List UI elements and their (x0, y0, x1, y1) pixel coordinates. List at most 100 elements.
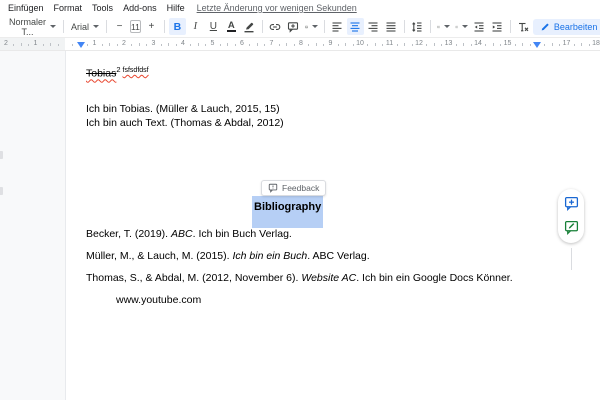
suggest-edits-button[interactable] (564, 220, 579, 235)
toolbar: Normaler T... Arial − 11 + B I U A Bearb… (0, 16, 600, 38)
ruler-tick (278, 44, 280, 46)
ruler-tick (345, 43, 347, 46)
ruler-tick (57, 44, 59, 46)
ruler-tick (286, 43, 288, 46)
doc-paragraphs[interactable]: Ich bin Tobias. (Müller & Lauch, 2015, 1… (86, 102, 284, 130)
ruler-tick (529, 44, 531, 46)
insert-image-button[interactable] (303, 18, 320, 35)
ruler-number: 3 (151, 40, 156, 47)
doc-paragraph[interactable]: Ich bin auch Text. (Thomas & Abdal, 2012… (86, 116, 284, 130)
reference-text: Becker, T. (2019). (86, 228, 172, 240)
highlight-color-button[interactable] (241, 18, 258, 35)
align-center-icon (350, 21, 360, 32)
ruler-tick (455, 44, 457, 46)
references[interactable]: Becker, T. (2019). ABC. Ich bin Buch Ver… (86, 227, 513, 315)
link-icon (270, 23, 281, 30)
menu-item-tools[interactable]: Tools (92, 3, 113, 13)
numbered-list-button[interactable] (435, 18, 452, 35)
font-selector[interactable]: Arial (68, 18, 102, 35)
doc-paragraph[interactable]: Ich bin Tobias. (Müller & Lauch, 2015, 1… (86, 102, 284, 116)
ruler-tick (20, 43, 22, 46)
bulleted-list-button[interactable] (453, 18, 470, 35)
chevron-down-icon (93, 25, 100, 28)
ruler-number: 9 (328, 40, 333, 47)
justify-button[interactable] (383, 18, 400, 35)
decrease-indent-button[interactable] (471, 18, 488, 35)
reference-title-italic: Website AC (301, 272, 357, 284)
numbered-list-icon (436, 25, 440, 28)
paragraph-style-selector[interactable]: Normaler T... (6, 17, 59, 37)
ruler-margin-zone (0, 38, 65, 50)
reference-entry[interactable]: Müller, M., & Lauch, M. (2015). Ich bin … (86, 249, 513, 263)
ruler-number: 1 (92, 40, 97, 47)
ruler-tick (411, 44, 413, 46)
ruler-tick (101, 44, 103, 46)
reference-continuation[interactable]: www.youtube.com (116, 293, 513, 307)
toolbar-divider (63, 20, 65, 33)
ruler-number: 10 (356, 40, 364, 47)
add-comment-button[interactable] (285, 18, 302, 35)
doc-title-line[interactable]: Tobias2 fsfsdfdsf (86, 65, 149, 80)
ruler-number: 18 (592, 40, 600, 47)
ruler-tick (426, 44, 428, 46)
decrease-font-size-button[interactable]: − (111, 18, 128, 35)
ruler-number: 5 (210, 40, 215, 47)
align-right-button[interactable] (365, 18, 382, 35)
italic-button[interactable]: I (187, 18, 204, 35)
ruler-tick (219, 44, 221, 46)
ruler-number: 11 (385, 40, 394, 47)
font-size-input[interactable]: 11 (130, 20, 141, 33)
increase-indent-button[interactable] (489, 18, 506, 35)
ruler-number: 8 (299, 40, 303, 47)
toolbar-divider (323, 20, 325, 33)
align-center-button[interactable] (346, 18, 364, 35)
ruler-tick (264, 44, 266, 46)
document-page[interactable]: Tobias2 fsfsdfdsf Ich bin Tobias. (Müller… (65, 51, 600, 400)
text-selection-highlight: Bibliography (252, 196, 324, 228)
reference-entry[interactable]: Becker, T. (2019). ABC. Ich bin Buch Ver… (86, 227, 513, 241)
toolbar-divider (403, 20, 405, 33)
last-edit-link[interactable]: Letzte Änderung vor wenigen Sekunden (197, 3, 357, 13)
bold-button[interactable]: B (168, 18, 186, 35)
ruler-tick (308, 44, 310, 46)
underline-button[interactable]: U (205, 18, 222, 35)
ruler-tick (146, 44, 148, 46)
reference-entry[interactable]: Thomas, S., & Abdal, M. (2012, November … (86, 271, 513, 285)
menu-item-format[interactable]: Format (54, 3, 83, 13)
ruler-tick (109, 43, 111, 46)
ruler-number: 13 (444, 40, 453, 47)
bulleted-list-icon (455, 25, 458, 28)
menu-item-hilfe[interactable]: Hilfe (167, 3, 185, 13)
ruler-tick (168, 43, 170, 46)
ruler-tick (227, 43, 229, 46)
menu-item-einfuegen[interactable]: Einfügen (8, 3, 44, 13)
strikethrough-text: Tobias (86, 67, 117, 80)
selection-pill-tail (571, 248, 572, 270)
feedback-tooltip[interactable]: Feedback (261, 180, 327, 196)
left-indent-marker[interactable] (77, 42, 85, 48)
reference-title-italic: ABC (171, 228, 193, 240)
ruler-tick (337, 44, 339, 46)
ruler-tick (573, 44, 575, 46)
add-comment-float-button[interactable] (564, 196, 579, 211)
selection-action-pill (558, 189, 584, 243)
ruler-tick (396, 44, 398, 46)
text-color-button[interactable]: A (223, 18, 240, 35)
ruler-number: 2 (122, 40, 126, 47)
align-left-button[interactable] (329, 18, 346, 35)
clear-formatting-button[interactable] (515, 18, 532, 35)
ruler-tick (463, 43, 465, 46)
ruler-tick (50, 43, 52, 46)
feedback-label: Feedback (282, 183, 320, 193)
menu-bar: Einfügen Format Tools Add-ons Hilfe Letzte Ä… (0, 0, 600, 16)
increase-font-size-button[interactable]: + (143, 18, 160, 35)
menu-item-addons[interactable]: Add-ons (123, 3, 157, 13)
edit-mode-button[interactable]: Bearbeiten (532, 18, 600, 35)
right-indent-marker[interactable] (533, 42, 541, 48)
line-spacing-button[interactable] (409, 18, 426, 35)
ruler-tick (197, 43, 199, 46)
bibliography-heading-block[interactable]: Bibliography (252, 196, 324, 228)
left-edge-artifact (0, 187, 3, 195)
ruler[interactable]: 2 1 1 2 3 4 5 6 7 8 9 10 11 12 13 14 15 17 18 (0, 38, 600, 51)
insert-link-button[interactable] (267, 18, 284, 35)
